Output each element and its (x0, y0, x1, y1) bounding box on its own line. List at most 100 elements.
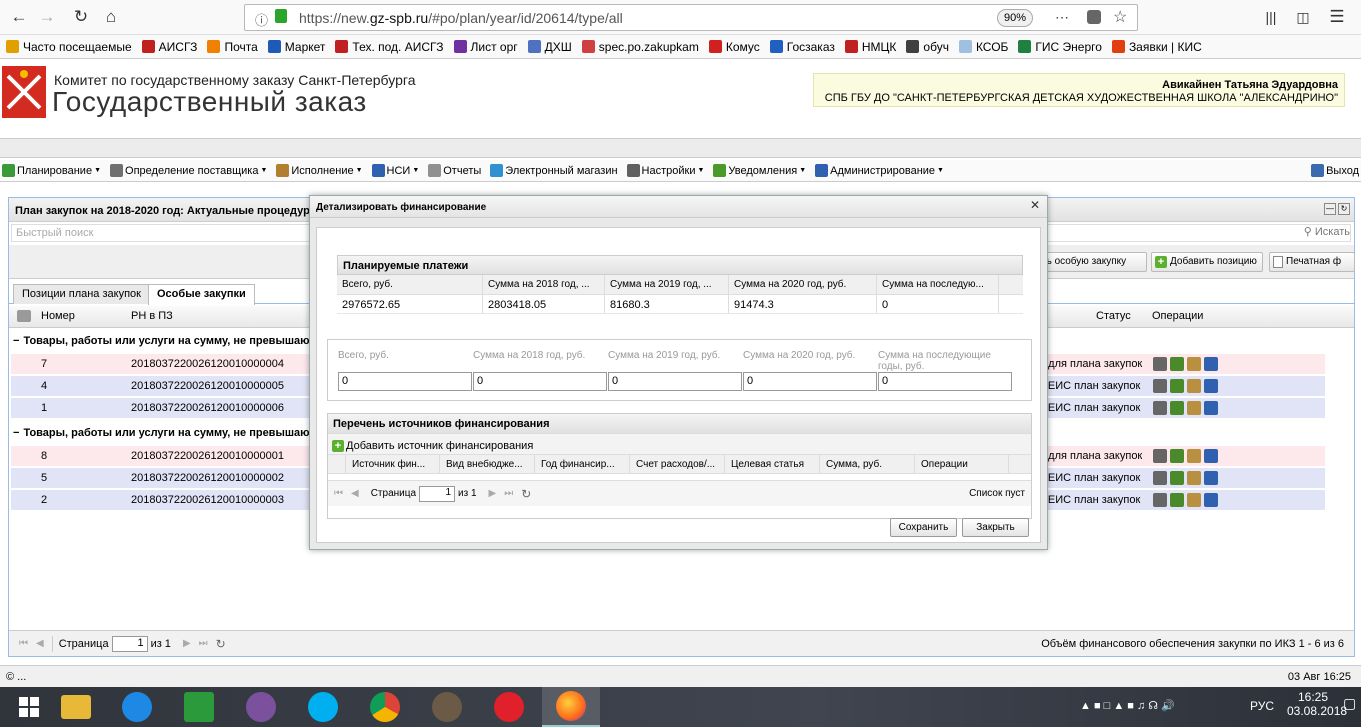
source-col-header[interactable]: Вид внебюдже... (440, 455, 535, 473)
amount-input[interactable]: 0 (878, 372, 1012, 391)
gimp-icon[interactable] (418, 687, 476, 727)
first-page-icon[interactable]: ⏮ (19, 638, 28, 649)
settings-icon[interactable] (1170, 379, 1184, 393)
chart-icon[interactable] (1204, 471, 1218, 485)
planned-col-header[interactable]: Сумма на последую... (877, 275, 999, 294)
page-input[interactable]: 1 (111, 635, 148, 652)
input-language[interactable]: РУС (1250, 699, 1274, 713)
logout-button[interactable]: Выход (1311, 164, 1359, 177)
tab-plan-positions[interactable]: Позиции плана закупок (13, 284, 150, 304)
tray-icons[interactable]: ▲ ■ □ ▲ ■ ♫ ☊ 🔊 (1080, 699, 1175, 712)
print-form-button[interactable]: Печатная ф (1269, 252, 1355, 272)
minimize-icon[interactable]: — (1324, 203, 1336, 215)
clock[interactable]: 16:25 03.08.2018 (1287, 690, 1347, 718)
edit-icon[interactable] (1153, 379, 1167, 393)
skype-icon[interactable] (294, 687, 352, 727)
settings-icon[interactable] (1170, 493, 1184, 507)
bookmark-item[interactable]: Часто посещаемые (6, 40, 132, 54)
amount-input[interactable]: 0 (338, 372, 472, 391)
save-button[interactable]: Сохранить (890, 518, 957, 537)
bookmark-item[interactable]: spec.po.zakupkam (581, 40, 699, 54)
close-button[interactable]: Закрыть (962, 518, 1029, 537)
info-icon[interactable]: ⓘ (255, 10, 268, 29)
settings-icon[interactable] (1170, 471, 1184, 485)
menu-item[interactable]: Электронный магазин (490, 164, 618, 177)
col-rn[interactable]: РН в ПЗ (131, 310, 173, 322)
bookmark-item[interactable]: Комус (708, 40, 760, 54)
source-col-header[interactable]: Счет расходов/... (630, 455, 725, 473)
chart-icon[interactable] (1204, 493, 1218, 507)
col-operations[interactable]: Операции (1152, 310, 1203, 322)
chart-icon[interactable] (1204, 379, 1218, 393)
sidebar-icon[interactable]: ◫ (1292, 6, 1314, 28)
planned-col-header[interactable]: Всего, руб. (337, 275, 483, 294)
bookmark-item[interactable]: Заявки | КИС (1111, 40, 1202, 54)
approve-icon[interactable] (1187, 493, 1201, 507)
sources-page-input[interactable]: 1 (419, 485, 456, 502)
refresh-icon[interactable]: ↻ (1338, 203, 1350, 215)
next-page-icon[interactable]: ▶ (183, 638, 191, 649)
bookmark-item[interactable]: ДХШ (527, 40, 572, 54)
settings-icon[interactable] (1170, 449, 1184, 463)
url-text[interactable]: https://new.gz-spb.ru/#po/plan/year/id/2… (299, 10, 623, 26)
bookmark-item[interactable]: Госзаказ (769, 40, 835, 54)
approve-icon[interactable] (1187, 471, 1201, 485)
address-bar[interactable]: ⓘ https://new.gz-spb.ru/#po/plan/year/id… (244, 4, 1138, 31)
planned-col-header[interactable]: Сумма на 2018 год, ... (483, 275, 605, 294)
last-page-icon[interactable]: ⏭ (504, 488, 513, 499)
pager-refresh-icon[interactable]: ↻ (216, 637, 226, 651)
back-icon[interactable]: ← (8, 6, 30, 28)
last-page-icon[interactable]: ⏭ (199, 638, 208, 649)
menu-item[interactable]: НСИ ▼ (371, 164, 419, 177)
bookmark-item[interactable]: КСОБ (958, 40, 1008, 54)
approve-icon[interactable] (1187, 357, 1201, 371)
menu-item[interactable]: Уведомления ▼ (713, 164, 806, 177)
menu-item[interactable]: Администрирование ▼ (815, 164, 944, 177)
prev-page-icon[interactable]: ◀ (36, 638, 44, 649)
edit-icon[interactable] (1153, 493, 1167, 507)
amount-input[interactable]: 0 (473, 372, 607, 391)
firefox-icon[interactable] (542, 687, 600, 727)
pocket-icon[interactable] (1087, 10, 1101, 24)
file-explorer-icon[interactable] (47, 687, 105, 727)
source-col-header[interactable]: Операции (915, 455, 1009, 473)
bookmark-item[interactable]: АИСГЗ (141, 40, 197, 54)
store-icon[interactable] (170, 687, 228, 727)
prev-page-icon[interactable]: ◀ (351, 488, 359, 499)
menu-item[interactable]: Определение поставщика ▼ (110, 164, 267, 177)
chrome-icon[interactable] (356, 687, 414, 727)
chart-icon[interactable] (1204, 401, 1218, 415)
edit-icon[interactable] (1153, 449, 1167, 463)
internet-explorer-icon[interactable] (108, 687, 166, 727)
col-number[interactable]: Номер (41, 310, 75, 322)
bookmark-item[interactable]: Почта (207, 40, 258, 54)
collapse-icon[interactable]: − (13, 427, 19, 439)
opera-icon[interactable] (480, 687, 538, 727)
page-actions-icon[interactable]: ⋯ (1055, 9, 1069, 26)
forward-icon[interactable]: → (36, 6, 58, 28)
menu-item[interactable]: Исполнение ▼ (276, 164, 363, 177)
source-col-header[interactable]: Год финансир... (535, 455, 630, 473)
zoom-indicator[interactable]: 90% (997, 9, 1033, 27)
viber-icon[interactable] (232, 687, 290, 727)
bookmark-item[interactable]: Тех. под. АИСГЗ (335, 40, 444, 54)
approve-icon[interactable] (1187, 379, 1201, 393)
library-icon[interactable]: ||| (1260, 6, 1282, 28)
planned-col-header[interactable]: Сумма на 2020 год, руб. (729, 275, 877, 294)
amount-input[interactable]: 0 (743, 372, 877, 391)
search-button[interactable]: ⚲ Искать (1304, 225, 1350, 238)
add-source-button[interactable]: + Добавить источник финансирования (328, 434, 1031, 454)
approve-icon[interactable] (1187, 449, 1201, 463)
add-position-button[interactable]: + Добавить позицию (1151, 252, 1263, 272)
settings-icon[interactable] (1170, 401, 1184, 415)
menu-item[interactable]: Отчеты (428, 164, 481, 177)
collapse-icon[interactable]: − (13, 335, 19, 347)
bookmark-item[interactable]: Лист орг (453, 40, 518, 54)
menu-icon[interactable]: ☰ (1326, 6, 1348, 28)
menu-item[interactable]: Планирование ▼ (2, 164, 101, 177)
bookmark-item[interactable]: Маркет (267, 40, 325, 54)
close-icon[interactable]: ✕ (1029, 199, 1041, 212)
edit-icon[interactable] (1153, 357, 1167, 371)
col-status[interactable]: Статус (1096, 310, 1131, 322)
reload-icon[interactable]: ↻ (70, 6, 92, 28)
